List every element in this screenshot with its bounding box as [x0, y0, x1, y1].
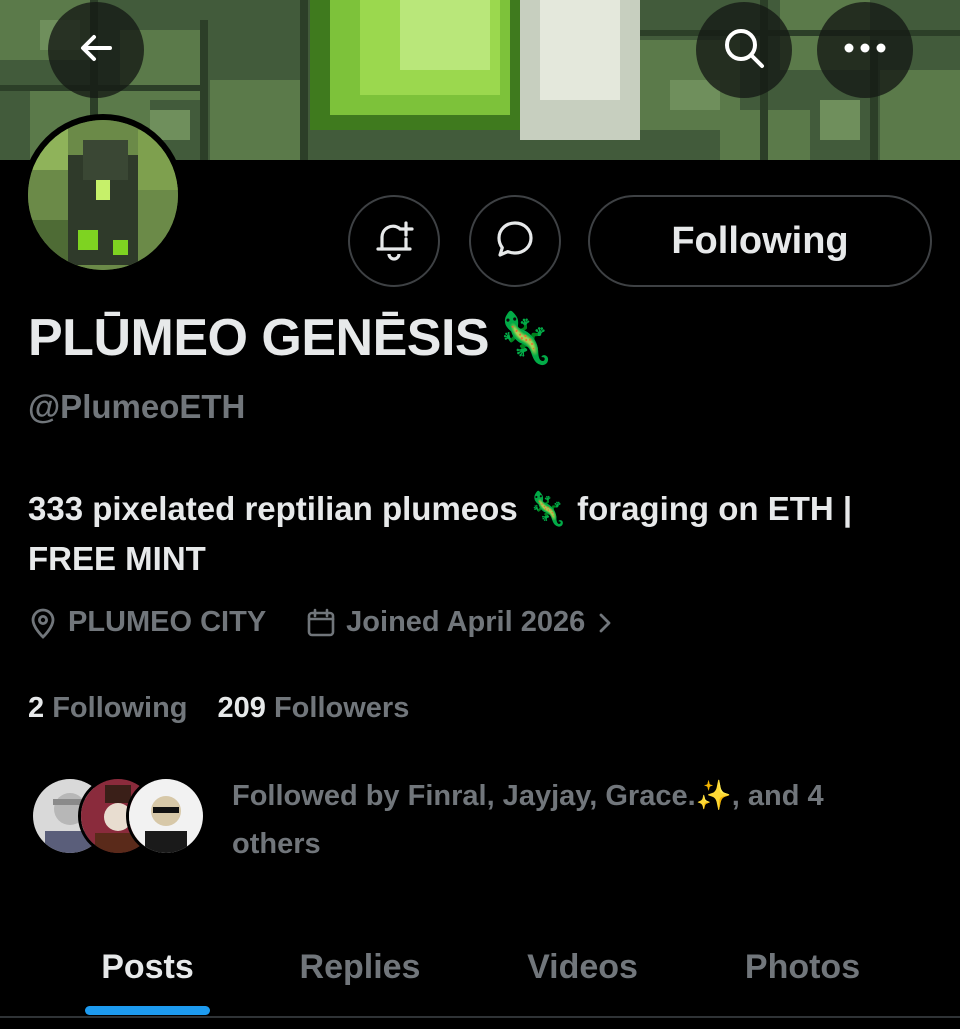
profile-avatar[interactable]	[22, 114, 184, 276]
chevron-right-icon[interactable]	[597, 611, 613, 635]
active-tab-indicator	[85, 1006, 210, 1015]
more-horizontal-icon	[843, 41, 887, 59]
location-pin-icon	[28, 607, 58, 639]
notify-button[interactable]	[348, 195, 440, 287]
profile-name-row: PLŪMEO GENĒSIS 🦎	[28, 308, 555, 368]
more-button[interactable]	[817, 2, 913, 98]
search-button[interactable]	[696, 2, 792, 98]
tabs-divider	[0, 1016, 960, 1018]
bell-plus-icon	[372, 217, 416, 266]
avatar-image	[28, 120, 178, 270]
search-icon	[721, 25, 767, 76]
lizard-emoji: 🦎	[493, 309, 556, 366]
profile-name: PLŪMEO GENĒSIS	[28, 309, 490, 367]
tab-replies[interactable]: Replies	[255, 915, 465, 1019]
following-button[interactable]: Following	[588, 195, 932, 287]
back-button[interactable]	[48, 2, 144, 98]
profile-location: PLUMEO CITY	[68, 606, 267, 638]
profile-handle: @PlumeoETH	[28, 388, 246, 425]
message-bubble-icon	[493, 217, 537, 266]
message-button[interactable]	[469, 195, 561, 287]
calendar-icon	[306, 608, 336, 638]
profile-bio: 333 pixelated reptilian plumeos 🦎 foragi…	[28, 490, 853, 577]
profile-joined[interactable]: Joined April 2026	[346, 606, 585, 639]
followed-by-text[interactable]: Followed by Finral, Jayjay, Grace.✨, and…	[232, 772, 912, 868]
following-stat[interactable]: 2 Following	[28, 692, 188, 725]
arrow-left-icon	[76, 28, 116, 73]
follower-avatar	[126, 776, 206, 856]
followed-by-avatars[interactable]	[30, 776, 206, 856]
profile-stats: 2 Following 209 Followers	[28, 692, 409, 725]
followers-stat[interactable]: 209 Followers	[218, 692, 410, 725]
tab-photos[interactable]: Photos	[695, 915, 910, 1019]
profile-meta: PLUMEO CITY Joined April 2026	[28, 606, 613, 639]
tab-videos[interactable]: Videos	[475, 915, 690, 1019]
profile-tabs: Posts Replies Videos Photos	[0, 915, 960, 1019]
tab-posts[interactable]: Posts	[40, 915, 255, 1019]
